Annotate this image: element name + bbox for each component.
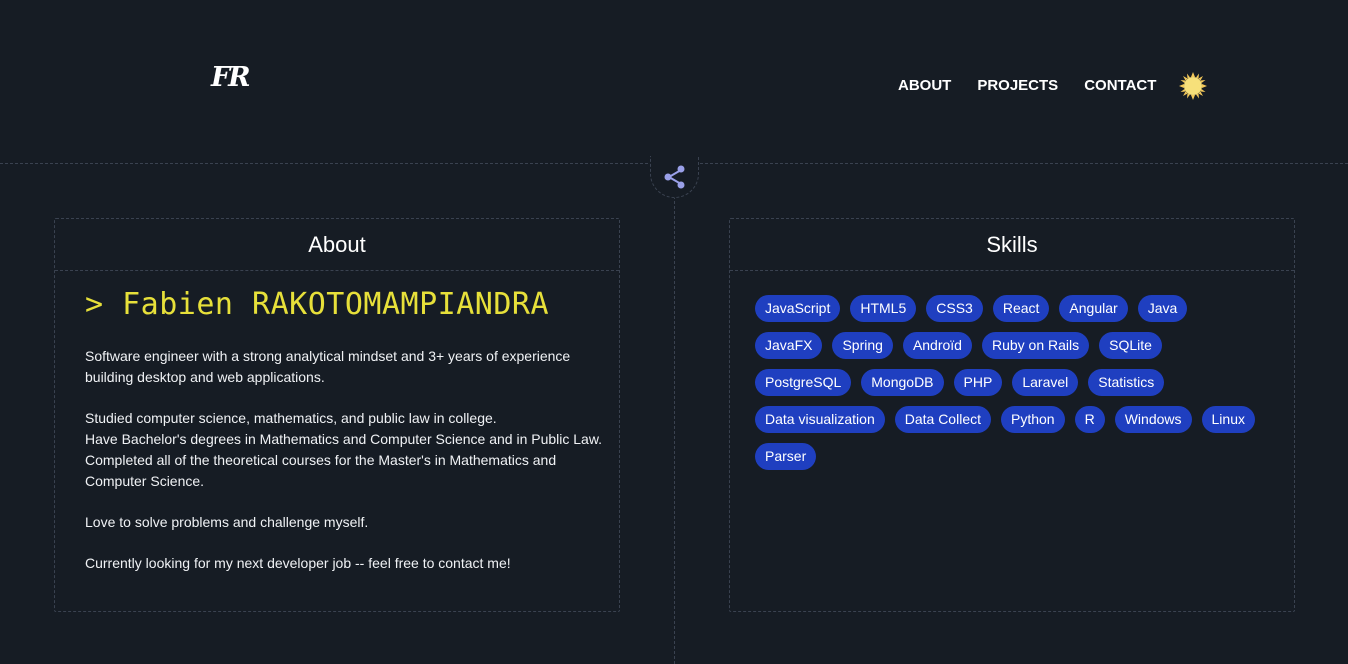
skills-title: Skills [730,219,1294,271]
skill-badge: React [992,295,1050,322]
page: FR ABOUT PROJECTS CONTACT About > Fabien… [0,0,1348,664]
share-icon [664,165,684,188]
skill-badge: Data visualization [755,406,885,433]
about-paragraph: Love to solve problems and challenge mys… [85,512,589,533]
skill-badge: Laravel [1012,369,1079,396]
main-nav: ABOUT PROJECTS CONTACT [898,70,1208,100]
skill-badge: PostgreSQL [755,369,852,396]
column-divider [674,196,675,664]
skill-badge: Linux [1201,406,1255,433]
site-header: FR ABOUT PROJECTS CONTACT [0,0,1348,163]
about-line: Software engineer with a strong analytic… [85,348,571,364]
skill-badge: Data Collect [894,406,991,433]
skill-badge: SQLite [1099,332,1162,359]
skill-badge: Statistics [1088,369,1165,396]
sun-icon[interactable] [1178,71,1208,101]
skill-badge: Androïd [902,332,972,359]
nav-projects-link[interactable]: PROJECTS [977,77,1058,94]
about-line: Studied computer science, mathematics, a… [85,410,497,426]
about-paragraph: Studied computer science, mathematics, a… [85,408,603,492]
share-button[interactable] [650,156,699,198]
skill-badge: MongoDB [861,369,944,396]
about-card: About > Fabien RAKOTOMAMPIANDRA Software… [54,218,620,612]
about-line: Completed all of the theoretical courses… [85,452,557,468]
skill-badge: Java [1137,295,1188,322]
skill-badge: JavaScript [755,295,841,322]
skill-badge: Ruby on Rails [981,332,1090,359]
about-title: About [55,219,619,271]
skills-card: Skills JavaScript HTML5 CSS3 React Angular Ja… [729,218,1295,612]
skill-badge: Angular [1059,295,1128,322]
skill-badge: R [1074,406,1105,433]
skill-badge: Spring [832,332,893,359]
skill-badge: JavaFX [755,332,823,359]
profile-name: > Fabien RAKOTOMAMPIANDRA [85,287,550,322]
about-line: Have Bachelor's degrees in Mathematics a… [85,431,603,447]
about-body: > Fabien RAKOTOMAMPIANDRA Software engin… [55,271,619,574]
about-line: building desktop and web applications. [85,369,325,385]
logo[interactable]: FR [211,62,251,93]
skill-badge: Windows [1114,406,1192,433]
about-paragraph: Currently looking for my next developer … [85,553,589,574]
about-line: Computer Science. [85,473,205,489]
skill-badge: Python [1001,406,1065,433]
skill-badge: Parser [755,443,817,470]
nav-contact-link[interactable]: CONTACT [1084,77,1156,94]
nav-about-link[interactable]: ABOUT [898,77,951,94]
skills-list: JavaScript HTML5 CSS3 React Angular Java JavaF… [730,271,1294,480]
about-paragraph: Software engineer with a strong analytic… [85,346,589,388]
skill-badge: CSS3 [926,295,983,322]
skill-badge: PHP [953,369,1003,396]
skill-badge: HTML5 [850,295,917,322]
about-line: Currently looking for my next developer … [85,555,511,571]
about-line: Love to solve problems and challenge mys… [85,514,369,530]
